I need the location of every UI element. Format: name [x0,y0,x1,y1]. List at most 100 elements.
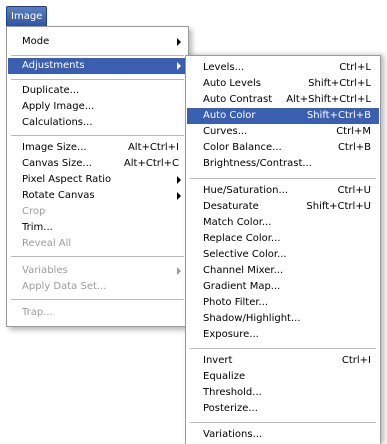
menu-item-pixel-aspect-ratio[interactable]: Pixel Aspect Ratio [8,172,187,188]
menu-item-label: Auto Color [203,110,256,121]
menu-item-label: Duplicate... [22,85,80,96]
menu-item-label: Hue/Saturation... [203,185,289,196]
menu-item-match-color[interactable]: Match Color... [187,215,379,231]
menu-item-shortcut: Ctrl+L [339,62,371,73]
submenu-arrow-icon [177,176,181,184]
submenu-arrow-icon [177,192,181,200]
menu-item-label: Curves... [203,126,248,137]
menu-item-shortcut: Ctrl+U [337,185,372,196]
menu-item-mode[interactable]: Mode [8,34,187,50]
menu-item-label: Auto Contrast [203,94,273,105]
menu-item-calculations[interactable]: Calculations... [8,115,187,131]
image-menu-title[interactable]: Image [6,6,47,26]
menu-separator [11,299,184,300]
menu-item-label: Threshold... [203,387,262,398]
menu-item-apply-image[interactable]: Apply Image... [8,99,187,115]
menu-item-label: Trim... [22,222,53,233]
menu-item-label: Photo Filter... [203,297,269,308]
menu-item-auto-color[interactable]: Auto Color Shift+Ctrl+B [187,108,379,124]
menu-item-label: Calculations... [22,117,93,128]
menu-item-shortcut: Ctrl+M [336,126,371,137]
menu-item-exposure[interactable]: Exposure... [187,327,379,343]
menu-item-posterize[interactable]: Posterize... [187,401,379,417]
menu-item-label: Variations... [203,429,263,440]
menu-item-label: Apply Data Set... [22,281,107,292]
adjustments-submenu: Levels... Ctrl+L Auto Levels Shift+Ctrl+L … [185,55,381,444]
menu-item-shortcut: Shift+Ctrl+L [308,78,371,89]
menu-item-color-balance[interactable]: Color Balance... Ctrl+B [187,140,379,156]
menu-item-rotate-canvas[interactable]: Rotate Canvas [8,188,187,204]
menu-item-reveal-all[interactable]: Reveal All [8,236,187,252]
menu-item-shortcut: Ctrl+I [341,355,371,366]
menu-item-canvas-size[interactable]: Canvas Size... Alt+Ctrl+C [8,156,187,172]
menu-item-label: Gradient Map... [203,281,281,292]
menu-item-shortcut: Shift+Ctrl+U [306,201,371,212]
menu-item-label: Crop [22,206,46,217]
menu-item-auto-contrast[interactable]: Auto Contrast Alt+Shift+Ctrl+L [187,92,379,108]
menu-item-image-size[interactable]: Image Size... Alt+Ctrl+I [8,140,187,156]
menu-item-variations[interactable]: Variations... [187,427,379,443]
menu-item-label: Channel Mixer... [203,265,284,276]
menu-separator [190,178,376,179]
menu-item-variables[interactable]: Variables [8,263,187,279]
menu-separator [11,55,184,56]
menu-item-brightness-contrast[interactable]: Brightness/Contrast... [187,156,379,172]
menu-item-label: Shadow/Highlight... [203,313,301,324]
menu-item-label: Auto Levels [203,78,262,89]
menu-item-label: Replace Color... [203,233,281,244]
menu-item-auto-levels[interactable]: Auto Levels Shift+Ctrl+L [187,76,379,92]
submenu-arrow-icon [177,62,181,70]
menu-item-equalize[interactable]: Equalize [187,369,379,385]
image-menu: Mode Adjustments Duplicate... Apply Imag… [6,26,189,327]
menu-item-photo-filter[interactable]: Photo Filter... [187,295,379,311]
menu-item-replace-color[interactable]: Replace Color... [187,231,379,247]
menu-item-shortcut: Alt+Ctrl+C [123,158,179,169]
menu-item-label: Color Balance... [203,142,282,153]
menu-item-trim[interactable]: Trim... [8,220,187,236]
menu-item-label: Brightness/Contrast... [203,158,312,169]
menu-item-label: Variables [22,265,68,276]
menu-item-label: Invert [203,355,233,366]
menu-item-levels[interactable]: Levels... Ctrl+L [187,60,379,76]
menu-item-selective-color[interactable]: Selective Color... [187,247,379,263]
menu-item-label: Mode [22,36,50,47]
menu-item-label: Trap... [22,307,53,318]
menu-item-gradient-map[interactable]: Gradient Map... [187,279,379,295]
menu-item-label: Selective Color... [203,249,287,260]
menu-item-label: Levels... [203,62,245,73]
menu-item-label: Adjustments [22,60,85,71]
menu-item-shortcut: Alt+Shift+Ctrl+L [286,94,371,105]
menu-item-duplicate[interactable]: Duplicate... [8,83,187,99]
menu-item-shortcut: Shift+Ctrl+B [306,110,371,121]
menu-item-label: Equalize [203,371,246,382]
menu-item-label: Reveal All [22,238,72,249]
menu-item-threshold[interactable]: Threshold... [187,385,379,401]
menu-item-label: Canvas Size... [22,158,92,169]
menu-separator [11,256,184,257]
menu-item-desaturate[interactable]: Desaturate Shift+Ctrl+U [187,199,379,215]
menu-item-shadow-highlight[interactable]: Shadow/Highlight... [187,311,379,327]
menu-item-adjustments[interactable]: Adjustments [8,58,187,74]
menu-item-label: Pixel Aspect Ratio [22,174,112,185]
menu-separator [190,348,376,349]
menu-item-curves[interactable]: Curves... Ctrl+M [187,124,379,140]
menu-item-label: Desaturate [203,201,259,212]
menu-item-label: Image Size... [22,142,87,153]
menu-item-label: Match Color... [203,217,272,228]
menu-separator [11,135,184,136]
menu-item-invert[interactable]: Invert Ctrl+I [187,353,379,369]
submenu-arrow-icon [177,38,181,46]
menu-item-trap[interactable]: Trap... [8,305,187,321]
submenu-arrow-icon [177,267,181,275]
menu-item-hue-saturation[interactable]: Hue/Saturation... Ctrl+U [187,183,379,199]
menu-item-shortcut: Ctrl+B [337,142,371,153]
menu-item-channel-mixer[interactable]: Channel Mixer... [187,263,379,279]
menu-separator [11,79,184,80]
menu-item-shortcut: Alt+Ctrl+I [127,142,179,153]
menu-separator [190,422,376,423]
menu-item-label: Apply Image... [22,101,95,112]
menu-item-apply-data-set[interactable]: Apply Data Set... [8,279,187,295]
menu-item-label: Exposure... [203,329,259,340]
menu-item-crop[interactable]: Crop [8,204,187,220]
menu-item-label: Posterize... [203,403,258,414]
